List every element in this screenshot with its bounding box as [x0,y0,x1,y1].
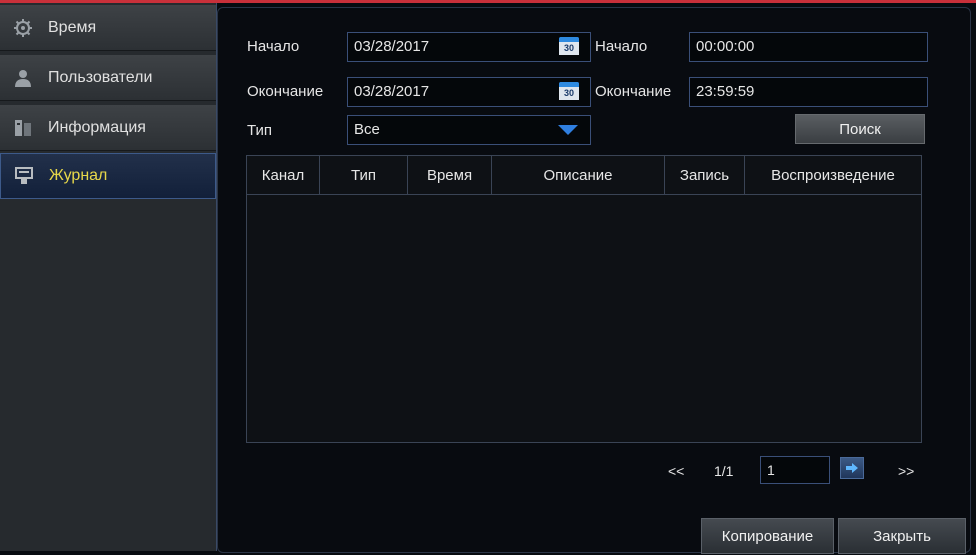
page-info: 1/1 [714,463,734,479]
sidebar-item-log[interactable]: Журнал [0,153,216,199]
sidebar-item-time[interactable]: Время [0,5,216,51]
start-date-field[interactable]: 03/28/2017 [347,32,591,62]
go-page-button[interactable] [840,457,864,479]
table-header: Канал Тип Время Описание Запись Воспроиз… [247,156,921,195]
log-icon [13,165,35,187]
column-header-channel[interactable]: Канал [247,156,320,194]
sidebar: Время Пользователи Информация Журнал [0,3,217,551]
type-select[interactable]: Все [347,115,591,145]
end-time-field[interactable]: 23:59:59 [689,77,928,107]
gear-icon [12,17,34,39]
column-header-description[interactable]: Описание [492,156,665,194]
log-table: Канал Тип Время Описание Запись Воспроиз… [246,155,922,443]
end-date-label: Окончание [247,83,324,100]
end-date-field[interactable]: 03/28/2017 [347,77,591,107]
sidebar-item-label: Журнал [49,167,108,184]
type-label: Тип [247,122,273,139]
column-header-record[interactable]: Запись [665,156,745,194]
log-search-panel: Начало 03/28/2017 30 Начало 00:00:00 Око… [217,7,971,554]
copy-button[interactable]: Копирование [701,518,834,554]
sidebar-item-label: Информация [48,118,146,136]
start-time-field[interactable]: 00:00:00 [689,32,928,62]
search-button[interactable]: Поиск [795,114,925,144]
column-header-playback[interactable]: Воспроизведение [745,156,921,194]
user-icon [12,67,34,89]
first-page-button[interactable]: << [668,463,684,479]
arrow-right-icon [846,463,858,473]
start-time-label: Начало [595,38,648,55]
close-button[interactable]: Закрыть [838,518,966,554]
calendar-icon[interactable]: 30 [559,37,579,55]
column-header-type[interactable]: Тип [320,156,408,194]
column-header-time[interactable]: Время [408,156,492,194]
calendar-icon[interactable]: 30 [559,82,579,100]
info-icon [12,117,34,139]
sidebar-item-info[interactable]: Информация [0,105,216,151]
last-page-button[interactable]: >> [898,463,914,479]
sidebar-item-label: Время [48,18,97,36]
start-date-label: Начало [247,38,300,55]
chevron-down-icon[interactable] [558,125,578,135]
end-time-label: Окончание [595,83,672,100]
sidebar-item-label: Пользователи [48,68,153,86]
page-number-input[interactable]: 1 [760,456,830,484]
sidebar-item-users[interactable]: Пользователи [0,55,216,101]
